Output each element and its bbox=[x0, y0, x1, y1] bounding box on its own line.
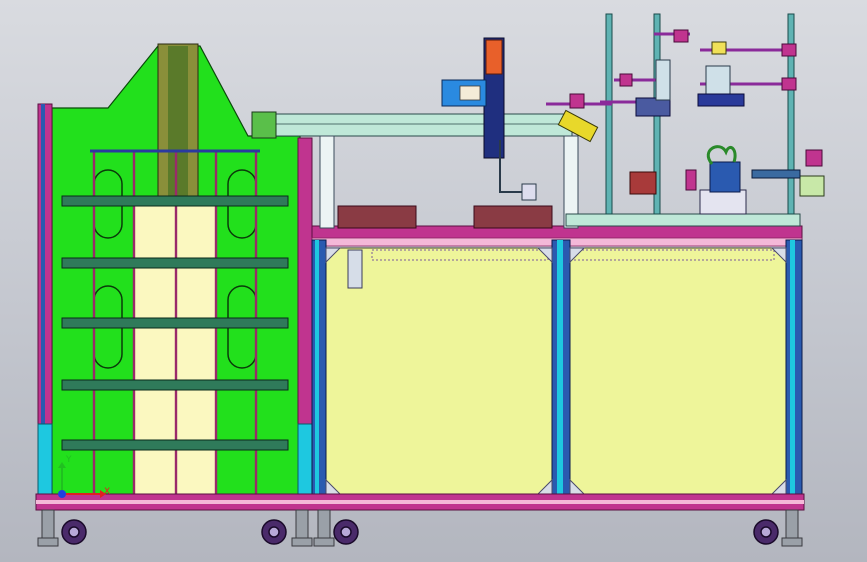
z-axis-top bbox=[485, 39, 503, 75]
leveling-feet bbox=[37, 509, 803, 547]
center-rail-inner bbox=[168, 46, 188, 202]
station-platform bbox=[565, 213, 801, 227]
tower-right-post-cyan bbox=[297, 423, 313, 497]
bottom-frame bbox=[35, 493, 805, 547]
bottom-rail-stripe bbox=[36, 500, 804, 504]
tray bbox=[473, 205, 553, 229]
side-rail bbox=[751, 169, 801, 179]
cad-viewport[interactable]: X Y bbox=[0, 0, 867, 562]
gantry-beam bbox=[251, 113, 573, 137]
casters bbox=[61, 519, 779, 545]
tray bbox=[337, 205, 417, 229]
gantry-leg bbox=[319, 135, 335, 229]
camera-mount-plate bbox=[635, 97, 671, 117]
triad-y-label: Y bbox=[65, 455, 72, 465]
camera-lens bbox=[655, 59, 671, 101]
fixture-base bbox=[699, 189, 747, 215]
camera-mount-plate bbox=[697, 93, 745, 107]
side-actuator bbox=[799, 175, 825, 197]
camera-lens bbox=[705, 65, 731, 95]
assembly-drawing: X Y bbox=[35, 13, 825, 547]
triad-origin bbox=[58, 490, 66, 498]
gantry-end-block bbox=[251, 111, 277, 139]
machine-base-cabinet bbox=[311, 225, 803, 497]
fixture-body bbox=[709, 161, 741, 193]
rotary-stage bbox=[629, 171, 657, 195]
cabinet-bay-right bbox=[569, 247, 787, 495]
camera-inspection-station bbox=[546, 13, 825, 227]
cabinet-bracket bbox=[347, 249, 363, 289]
left-post-cyan-foot bbox=[37, 423, 53, 497]
triad-x-label: X bbox=[104, 487, 110, 497]
camera-lens bbox=[711, 41, 727, 55]
cable-loop bbox=[706, 145, 737, 165]
